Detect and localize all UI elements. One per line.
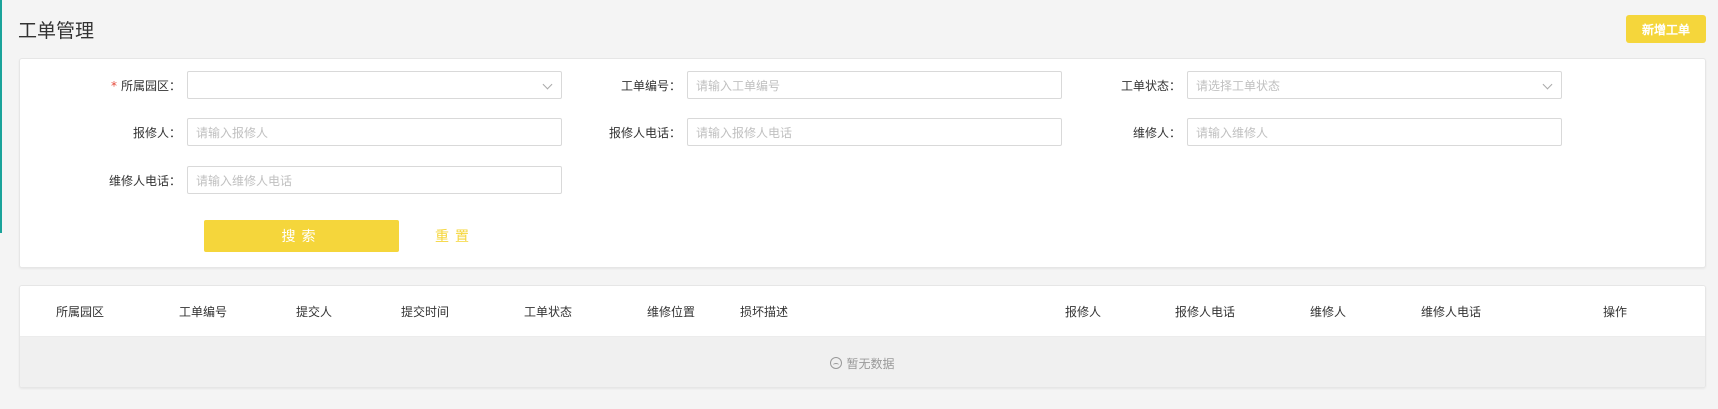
table-header: 所属园区 工单编号 提交人 提交时间 工单状态 维修位置 损坏描述 报修人 报修…: [20, 286, 1705, 337]
repairer-phone-input[interactable]: 请输入维修人电话: [187, 166, 562, 194]
park-select[interactable]: [187, 71, 562, 99]
page-title: 工单管理: [18, 19, 95, 42]
park-field: * 所属园区：: [92, 71, 562, 99]
column-header: 工单编号: [179, 305, 228, 319]
empty-text: 暂无数据: [846, 356, 895, 371]
reporter-label: 报修人：: [132, 125, 181, 140]
filter-panel: * 所属园区： 工单编号： 请输入工单编号 工单状态： 请选择工单状态 报修人： …: [19, 58, 1706, 268]
empty-state: 暂无数据: [20, 337, 1705, 387]
column-header: 报修人: [1065, 305, 1102, 319]
column-header: 损坏描述: [740, 305, 789, 319]
repairer-label: 维修人：: [1132, 125, 1181, 140]
reporter-field: 报修人： 请输入报修人: [92, 118, 562, 146]
reporter-phone-label: 报修人电话：: [608, 125, 681, 140]
column-header: 报修人电话: [1175, 305, 1236, 319]
column-header: 提交人: [296, 305, 333, 319]
column-header: 操作: [1603, 305, 1628, 319]
reporter-phone-field: 报修人电话： 请输入报修人电话: [592, 118, 1062, 146]
work-order-table: 所属园区 工单编号 提交人 提交时间 工单状态 维修位置 损坏描述 报修人 报修…: [19, 285, 1706, 388]
left-accent-bar: [0, 0, 2, 233]
reset-button[interactable]: 重置: [425, 220, 485, 252]
column-header: 维修人: [1310, 305, 1347, 319]
search-button[interactable]: 搜索: [204, 220, 399, 252]
column-header: 维修位置: [647, 305, 696, 319]
order-no-field: 工单编号： 请输入工单编号: [592, 71, 1062, 99]
order-no-input[interactable]: 请输入工单编号: [687, 71, 1062, 99]
park-label: 所属园区：: [120, 78, 181, 93]
column-header: 所属园区: [56, 305, 105, 319]
chevron-down-icon: [1542, 79, 1553, 90]
column-header: 提交时间: [401, 305, 450, 319]
add-work-order-button[interactable]: 新增工单: [1626, 15, 1706, 43]
repairer-input[interactable]: 请输入维修人: [1187, 118, 1562, 146]
repairer-phone-field: 维修人电话： 请输入维修人电话: [92, 166, 562, 194]
chevron-down-icon: [542, 79, 553, 90]
repairer-phone-label: 维修人电话：: [108, 173, 181, 188]
status-label: 工单状态：: [1120, 78, 1181, 93]
page-header: 工单管理 新增工单: [18, 14, 1706, 44]
repairer-field: 维修人： 请输入维修人: [1092, 118, 1562, 146]
reporter-input[interactable]: 请输入报修人: [187, 118, 562, 146]
column-header: 工单状态: [524, 305, 573, 319]
order-no-label: 工单编号：: [620, 78, 681, 93]
column-header: 维修人电话: [1421, 305, 1482, 319]
sad-face-icon: [830, 357, 843, 369]
reporter-phone-input[interactable]: 请输入报修人电话: [687, 118, 1062, 146]
status-field: 工单状态： 请选择工单状态: [1092, 71, 1562, 99]
required-mark: *: [110, 78, 117, 93]
status-select[interactable]: 请选择工单状态: [1187, 71, 1562, 99]
